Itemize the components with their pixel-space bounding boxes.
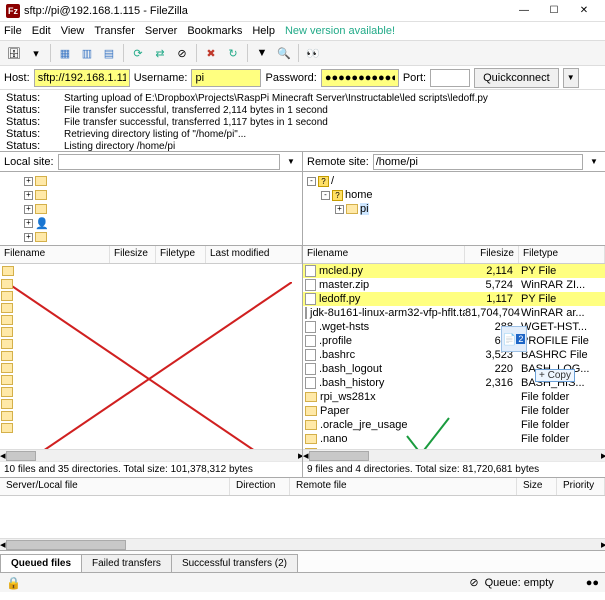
statusbar: 🔒 ⊘ Queue: empty ●●: [0, 572, 605, 592]
compare-icon[interactable]: ⇄: [150, 43, 170, 63]
local-site-label: Local site:: [4, 156, 54, 168]
table-row[interactable]: .profile675PROFILE File: [303, 334, 605, 348]
local-file-pane: Filename Filesize Filetype Last modified…: [0, 246, 302, 477]
table-row[interactable]: ..: [303, 446, 605, 449]
queue-icon: ⊘: [469, 576, 478, 589]
host-label: Host:: [4, 72, 30, 84]
port-label: Port:: [403, 72, 426, 84]
menubar: File Edit View Transfer Server Bookmarks…: [0, 22, 605, 40]
remote-tree[interactable]: -?/ -?home +pi: [302, 172, 605, 245]
dropdown-icon[interactable]: ▾: [26, 43, 46, 63]
toggle-queue-icon[interactable]: ▤: [99, 43, 119, 63]
status-dot: ●●: [586, 577, 599, 589]
remote-path-input[interactable]: [373, 154, 583, 170]
disconnect-icon[interactable]: ✖: [201, 43, 221, 63]
table-row[interactable]: ledoff.py1,117PY File: [303, 292, 605, 306]
remote-status: 9 files and 4 directories. Total size: 8…: [303, 461, 605, 477]
quickconnect-bar: Host: Username: Password: Port: Quickcon…: [0, 66, 605, 90]
user-label: Username:: [134, 72, 188, 84]
username-input[interactable]: [191, 69, 261, 87]
sync-icon[interactable]: ⟳: [128, 43, 148, 63]
quickconnect-button[interactable]: Quickconnect: [474, 68, 559, 88]
sitemanager-icon[interactable]: 🗄: [4, 43, 24, 63]
menu-transfer[interactable]: Transfer: [94, 25, 135, 37]
file-list-panes: Filename Filesize Filetype Last modified…: [0, 246, 605, 478]
toggle-tree-icon[interactable]: ▥: [77, 43, 97, 63]
remote-file-pane: Filename Filesize Filetype mcled.py2,114…: [302, 246, 605, 477]
table-row[interactable]: .bashrc3,523BASHRC File: [303, 348, 605, 362]
tree-panes: + + + +👤 + -?/ -?home +pi: [0, 172, 605, 246]
menu-file[interactable]: File: [4, 25, 22, 37]
table-row[interactable]: rpi_ws281xFile folder: [303, 390, 605, 404]
transfer-queue[interactable]: [0, 496, 605, 538]
local-columns[interactable]: Filename Filesize Filetype Last modified: [0, 246, 302, 264]
local-file-list[interactable]: [0, 264, 302, 449]
menu-server[interactable]: Server: [145, 25, 177, 37]
tab-queued[interactable]: Queued files: [0, 554, 82, 572]
remote-file-list[interactable]: mcled.py2,114PY Filemaster.zip5,724WinRA…: [303, 264, 605, 449]
tab-success[interactable]: Successful transfers (2): [171, 554, 298, 572]
local-hscroll[interactable]: ◂▸: [0, 449, 302, 461]
host-input[interactable]: [34, 69, 130, 87]
quickconnect-dropdown[interactable]: ▼: [563, 68, 579, 88]
local-tree[interactable]: + + + +👤 +: [0, 172, 302, 245]
local-path-dropdown[interactable]: ▼: [284, 157, 298, 166]
pass-label: Password:: [265, 72, 316, 84]
transfer-hscroll[interactable]: ◂▸: [0, 538, 605, 550]
site-path-bar: Local site: ▼ Remote site: ▼: [0, 152, 605, 172]
window-title: sftp://pi@192.168.1.115 - FileZilla: [24, 5, 509, 17]
binoculars-icon[interactable]: 👀: [303, 43, 323, 63]
table-row[interactable]: .bash_history2,316BASH_HIS...: [303, 376, 605, 390]
maximize-button[interactable]: ☐: [539, 1, 569, 21]
remote-hscroll[interactable]: ◂▸: [303, 449, 605, 461]
table-row[interactable]: .nanoFile folder: [303, 432, 605, 446]
reconnect-icon[interactable]: ↻: [223, 43, 243, 63]
queue-status: Queue: empty: [485, 577, 554, 589]
table-row[interactable]: PaperFile folder: [303, 404, 605, 418]
minimize-button[interactable]: —: [509, 1, 539, 21]
titlebar: Fz sftp://pi@192.168.1.115 - FileZilla —…: [0, 0, 605, 22]
local-path-input[interactable]: [58, 154, 280, 170]
remote-columns[interactable]: Filename Filesize Filetype: [303, 246, 605, 264]
transfer-columns[interactable]: Server/Local file Direction Remote file …: [0, 478, 605, 496]
port-input[interactable]: [430, 69, 470, 87]
table-row[interactable]: mcled.py2,114PY File: [303, 264, 605, 278]
message-log: Status:Starting upload of E:\Dropbox\Pro…: [0, 90, 605, 152]
menu-view[interactable]: View: [61, 25, 85, 37]
table-row[interactable]: .bash_logout220BASH_LOG...: [303, 362, 605, 376]
table-row[interactable]: .oracle_jre_usageFile folder: [303, 418, 605, 432]
app-icon: Fz: [6, 4, 20, 18]
close-button[interactable]: ✕: [569, 1, 599, 21]
toggle-log-icon[interactable]: ▦: [55, 43, 75, 63]
menu-help[interactable]: Help: [252, 25, 275, 37]
local-status: 10 files and 35 directories. Total size:…: [0, 461, 302, 477]
tab-failed[interactable]: Failed transfers: [81, 554, 172, 572]
remote-path-dropdown[interactable]: ▼: [587, 157, 601, 166]
table-row[interactable]: .wget-hsts288WGET-HST...: [303, 320, 605, 334]
password-input[interactable]: [321, 69, 399, 87]
table-row[interactable]: master.zip5,724WinRAR ZI...: [303, 278, 605, 292]
menu-edit[interactable]: Edit: [32, 25, 51, 37]
remote-site-label: Remote site:: [307, 156, 369, 168]
transfer-tabs: Queued files Failed transfers Successful…: [0, 550, 605, 572]
table-row[interactable]: jdk-8u161-linux-arm32-vfp-hflt.tar.gz81,…: [303, 306, 605, 320]
search-icon[interactable]: 🔍: [274, 43, 294, 63]
lock-icon[interactable]: 🔒: [6, 576, 21, 590]
cancel-icon[interactable]: ⊘: [172, 43, 192, 63]
filter-icon[interactable]: ▼: [252, 43, 272, 63]
menu-update[interactable]: New version available!: [285, 25, 395, 37]
toolbar: 🗄 ▾ ▦ ▥ ▤ ⟳ ⇄ ⊘ ✖ ↻ ▼ 🔍 👀: [0, 40, 605, 66]
menu-bookmarks[interactable]: Bookmarks: [187, 25, 242, 37]
